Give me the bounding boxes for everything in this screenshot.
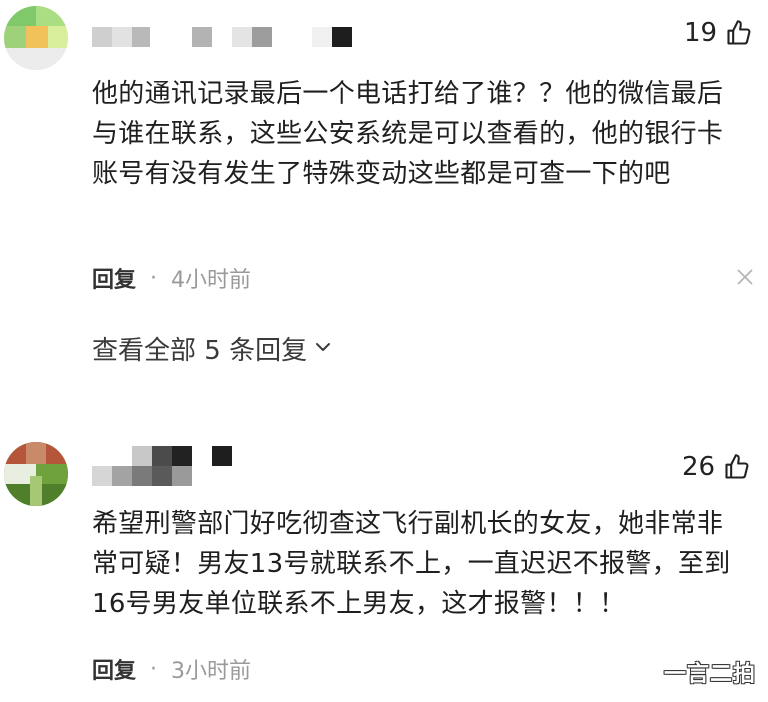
timestamp: 3小时前: [171, 659, 252, 684]
view-all-replies-button[interactable]: 查看全部 5 条回复: [92, 330, 333, 367]
comment-meta: 回复 · 4小时前: [92, 262, 251, 294]
timestamp: 4小时前: [171, 268, 252, 293]
comment-text: 希望刑警部门好吃彻查这飞行副机长的女友，她非常非常可疑！男友13号就联系不上，一…: [92, 509, 731, 619]
thumbs-up-icon: [723, 453, 751, 481]
separator-dot: ·: [150, 656, 158, 682]
close-icon[interactable]: [736, 268, 754, 290]
comment-meta: 回复 · 3小时前: [92, 653, 251, 685]
chevron-down-icon: [313, 334, 333, 364]
avatar[interactable]: [4, 6, 68, 70]
thumbs-up-icon: [725, 19, 753, 47]
separator-dot: ·: [150, 265, 158, 291]
avatar[interactable]: [4, 442, 68, 506]
view-all-label: 查看全部 5 条回复: [92, 336, 308, 366]
like-button[interactable]: 19: [684, 18, 753, 48]
watermark: 一言二拍: [663, 662, 756, 687]
like-button[interactable]: 26: [682, 452, 751, 482]
comment-text: 他的通讯记录最后一个电话打给了谁？？他的微信最后与谁在联系，这些公安系统是可以查…: [92, 79, 724, 189]
reply-button[interactable]: 回复: [92, 262, 136, 294]
like-count: 19: [684, 18, 718, 48]
reply-button[interactable]: 回复: [92, 653, 136, 685]
like-count: 26: [682, 452, 716, 482]
